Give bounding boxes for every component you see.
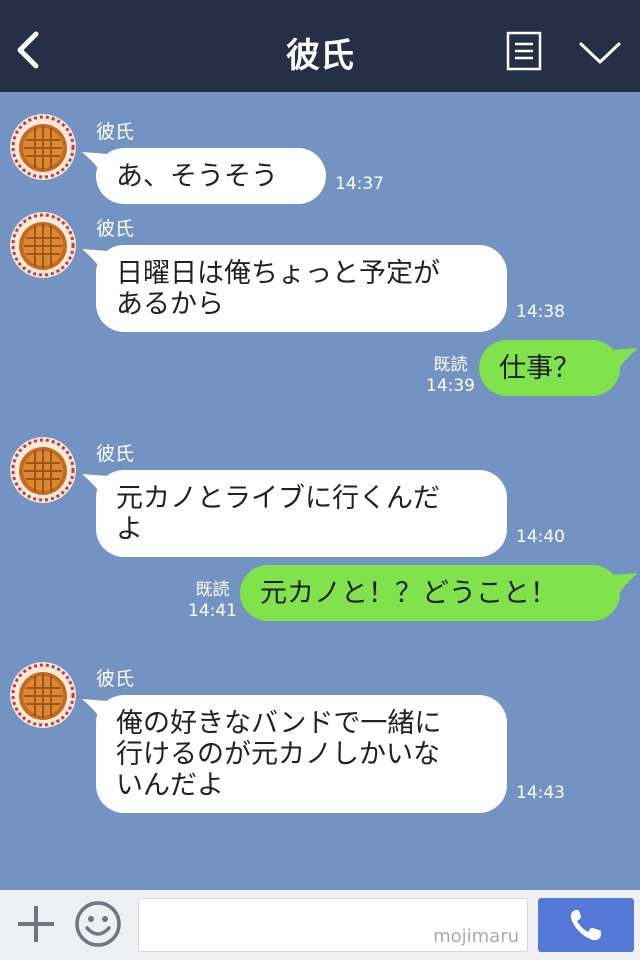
sender-name: 彼氏 bbox=[96, 668, 135, 690]
message-bubble[interactable]: 仕事？ bbox=[479, 340, 620, 396]
message-input[interactable]: mojimaru bbox=[138, 898, 528, 952]
chat-header: 彼氏 bbox=[0, 0, 640, 92]
menu-icon[interactable] bbox=[506, 31, 542, 71]
bubble-tail bbox=[612, 348, 638, 370]
plus-icon[interactable] bbox=[16, 904, 56, 944]
message-time: 14:43 bbox=[516, 783, 565, 803]
read-status: 既読 14:39 bbox=[426, 355, 475, 397]
message-text: 行けるのが元カノしかいな bbox=[116, 739, 440, 770]
watermark: mojimaru bbox=[433, 926, 519, 947]
message-text: 仕事？ bbox=[499, 353, 580, 384]
message-text: いんだよ bbox=[116, 770, 224, 801]
sender-name: 彼氏 bbox=[96, 443, 135, 465]
call-button[interactable] bbox=[538, 898, 634, 952]
chat-title: 彼氏 bbox=[286, 36, 354, 76]
avatar[interactable] bbox=[10, 437, 76, 503]
message-bubble[interactable]: 元カノとライブに行くんだ よ bbox=[96, 470, 507, 557]
avatar[interactable] bbox=[10, 662, 76, 728]
sender-name: 彼氏 bbox=[96, 121, 135, 143]
avatar[interactable] bbox=[10, 212, 76, 278]
smile-icon[interactable] bbox=[74, 900, 122, 948]
message-text: 日曜日は俺ちょっと予定が bbox=[116, 258, 440, 289]
phone-icon bbox=[570, 910, 601, 941]
read-label: 既読 bbox=[433, 355, 468, 375]
message-bubble[interactable]: あ、そうそう bbox=[96, 148, 326, 204]
sender-name: 彼氏 bbox=[96, 218, 135, 240]
read-status: 既読 14:41 bbox=[188, 580, 237, 622]
message-bubble[interactable]: 日曜日は俺ちょっと予定が あるから bbox=[96, 245, 507, 332]
bubble-tail bbox=[612, 573, 638, 595]
message-text: 俺の好きなバンドで一緒に bbox=[116, 708, 442, 739]
message-time: 14:37 bbox=[335, 174, 384, 194]
message-time: 14:40 bbox=[516, 527, 565, 547]
message-time: 14:38 bbox=[516, 302, 565, 322]
message-bubble[interactable]: 俺の好きなバンドで一緒に 行けるのが元カノしかいな いんだよ bbox=[96, 695, 507, 813]
read-label: 既読 bbox=[195, 580, 230, 600]
message-text: よ bbox=[116, 514, 143, 545]
message-bubble[interactable]: 元カノと！？どうこと！ bbox=[240, 565, 620, 621]
message-text: 元カノと！？どうこと！ bbox=[260, 578, 557, 609]
message-text: あ、そうそう bbox=[116, 161, 278, 192]
chevron-down-icon[interactable] bbox=[578, 38, 622, 68]
message-text: あるから bbox=[116, 289, 224, 320]
message-time: 14:39 bbox=[426, 376, 475, 396]
avatar[interactable] bbox=[10, 114, 76, 180]
message-text: 元カノとライブに行くんだ bbox=[116, 483, 440, 514]
chat-area[interactable]: 彼氏 あ、そうそう 14:37 彼氏 日曜日は俺ちょっと予定が あるから 14:… bbox=[0, 92, 640, 890]
message-time: 14:41 bbox=[188, 601, 237, 621]
